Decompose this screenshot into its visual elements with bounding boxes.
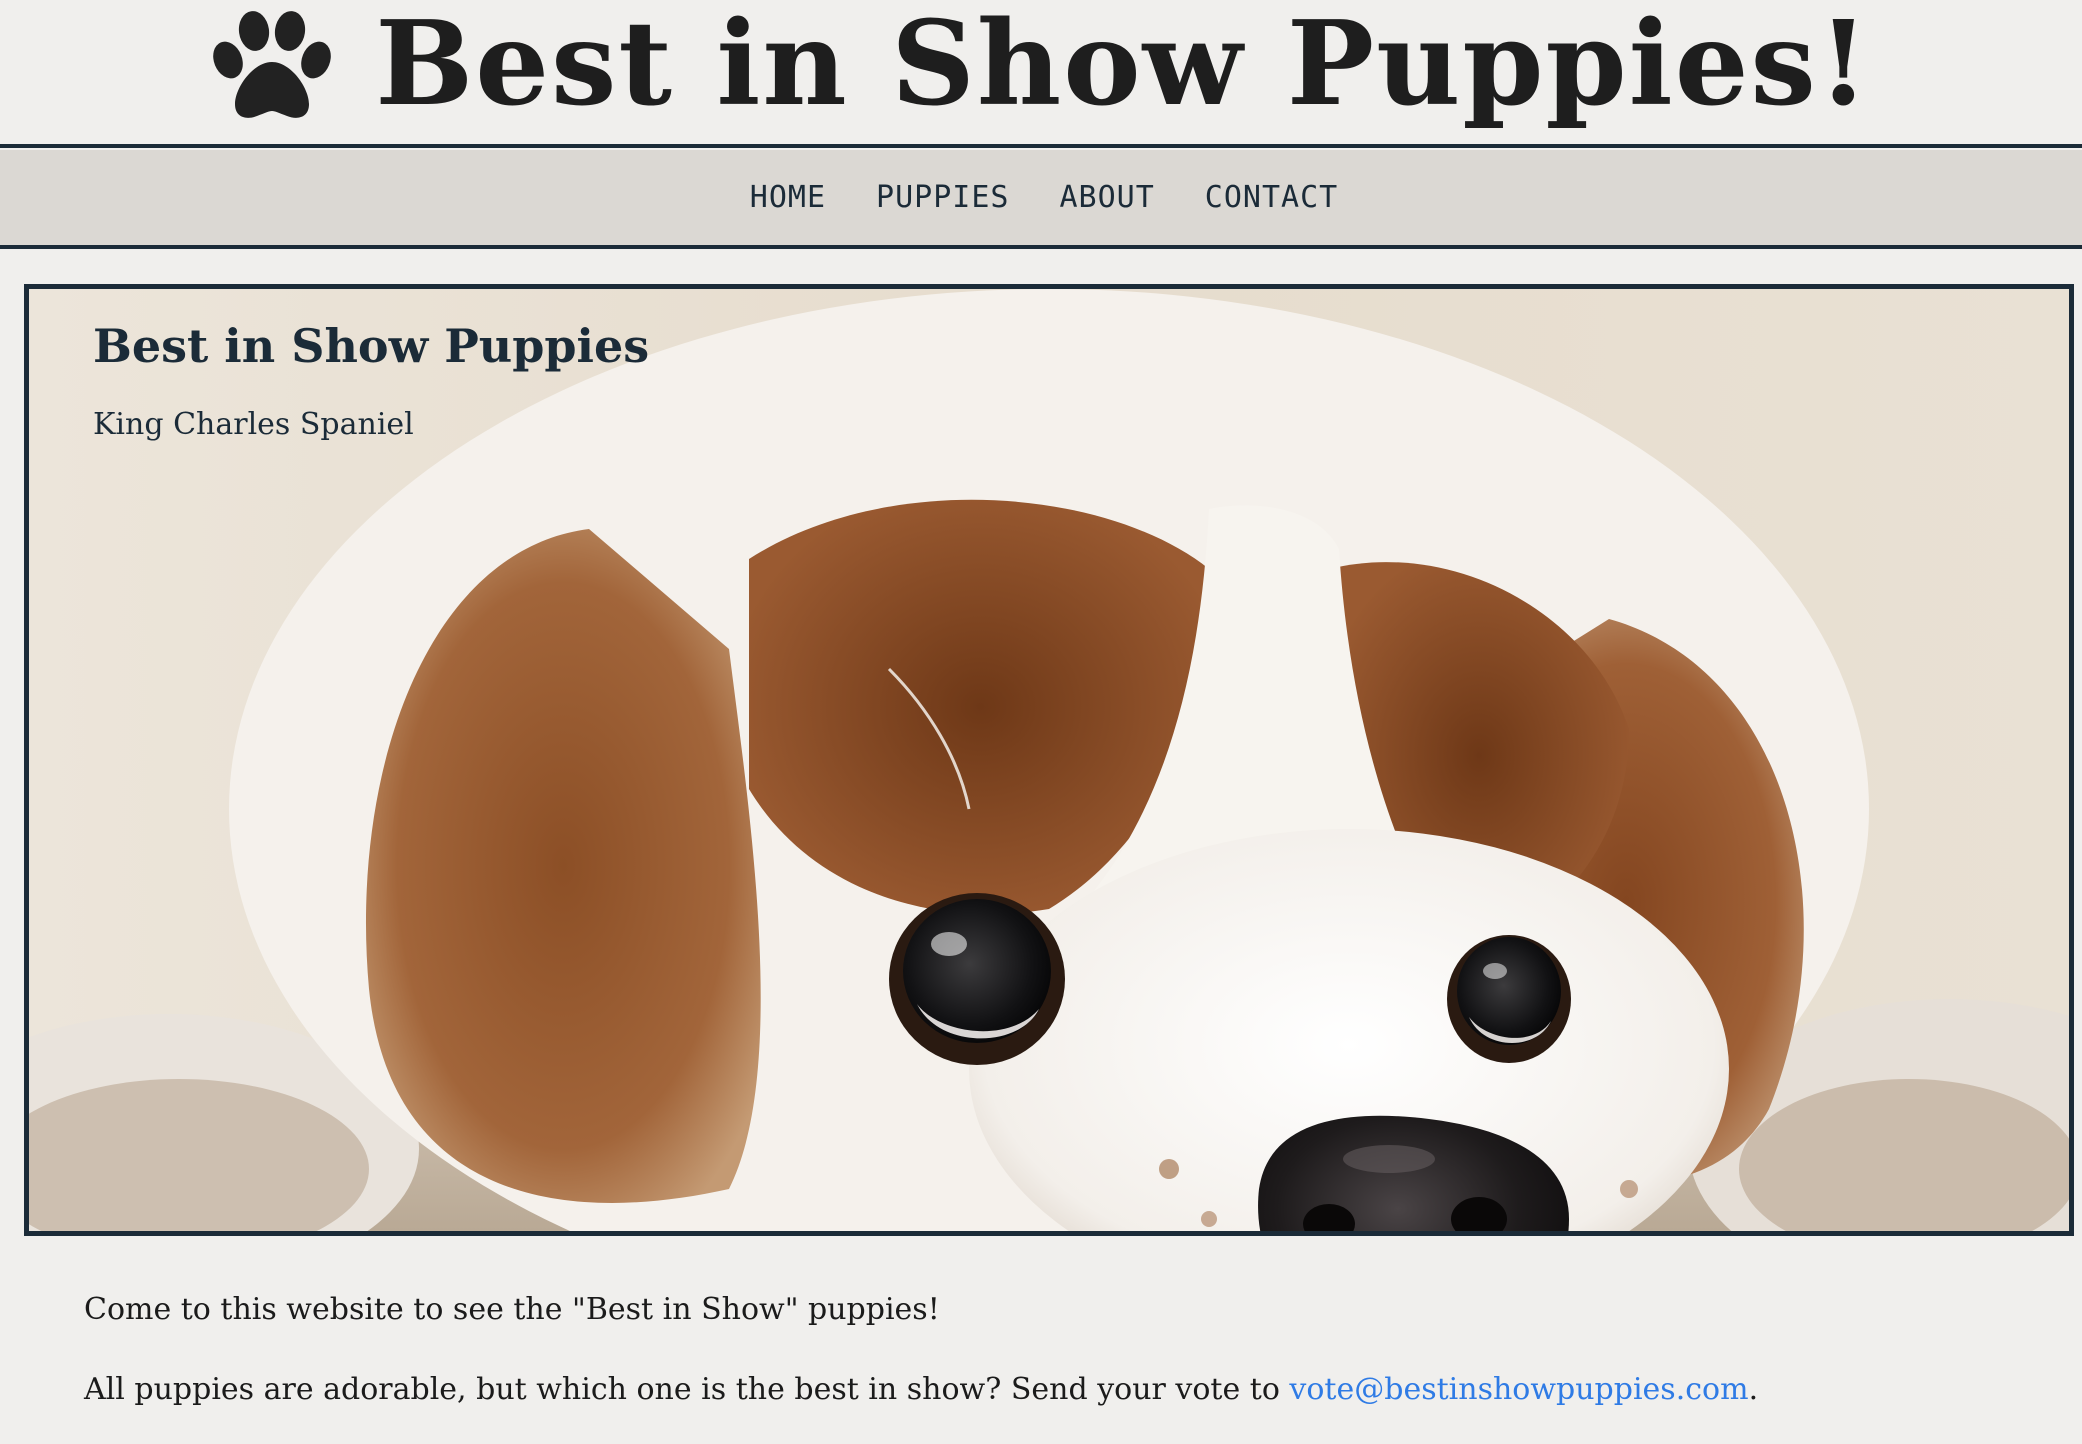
brand: Best in Show Puppies! — [0, 0, 2082, 134]
vote-text-lead: All puppies are adorable, but which one … — [84, 1372, 1290, 1407]
vote-text-end: . — [1748, 1372, 1759, 1407]
vote-text: All puppies are adorable, but which one … — [84, 1370, 2044, 1410]
site-title: Best in Show Puppies! — [375, 0, 1871, 132]
nav-link-about[interactable]: ABOUT — [1059, 180, 1154, 215]
paw-print-icon — [213, 11, 332, 118]
site-header: Best in Show Puppies! — [0, 0, 2082, 148]
nav-item-home: HOME — [750, 180, 826, 215]
nav-link-puppies[interactable]: PUPPIES — [876, 180, 1009, 215]
nav-link-contact[interactable]: CONTACT — [1205, 180, 1338, 215]
nav-list: HOME PUPPIES ABOUT CONTACT — [750, 180, 1338, 215]
nav-link-home[interactable]: HOME — [750, 180, 826, 215]
hero-banner: Best in Show Puppies King Charles Spanie… — [24, 284, 2074, 1236]
nav-item-about: ABOUT — [1059, 180, 1154, 215]
nav-item-puppies: PUPPIES — [876, 180, 1009, 215]
vote-email-link[interactable]: vote@bestinshowpuppies.com — [1289, 1372, 1748, 1407]
hero-title: Best in Show Puppies — [93, 319, 650, 373]
intro-text: Come to this website to see the "Best in… — [84, 1292, 940, 1327]
hero-subtitle: King Charles Spaniel — [93, 407, 414, 442]
intro-section: Come to this website to see the "Best in… — [84, 1290, 2044, 1410]
main-nav: HOME PUPPIES ABOUT CONTACT — [0, 150, 2082, 249]
nav-item-contact: CONTACT — [1205, 180, 1338, 215]
